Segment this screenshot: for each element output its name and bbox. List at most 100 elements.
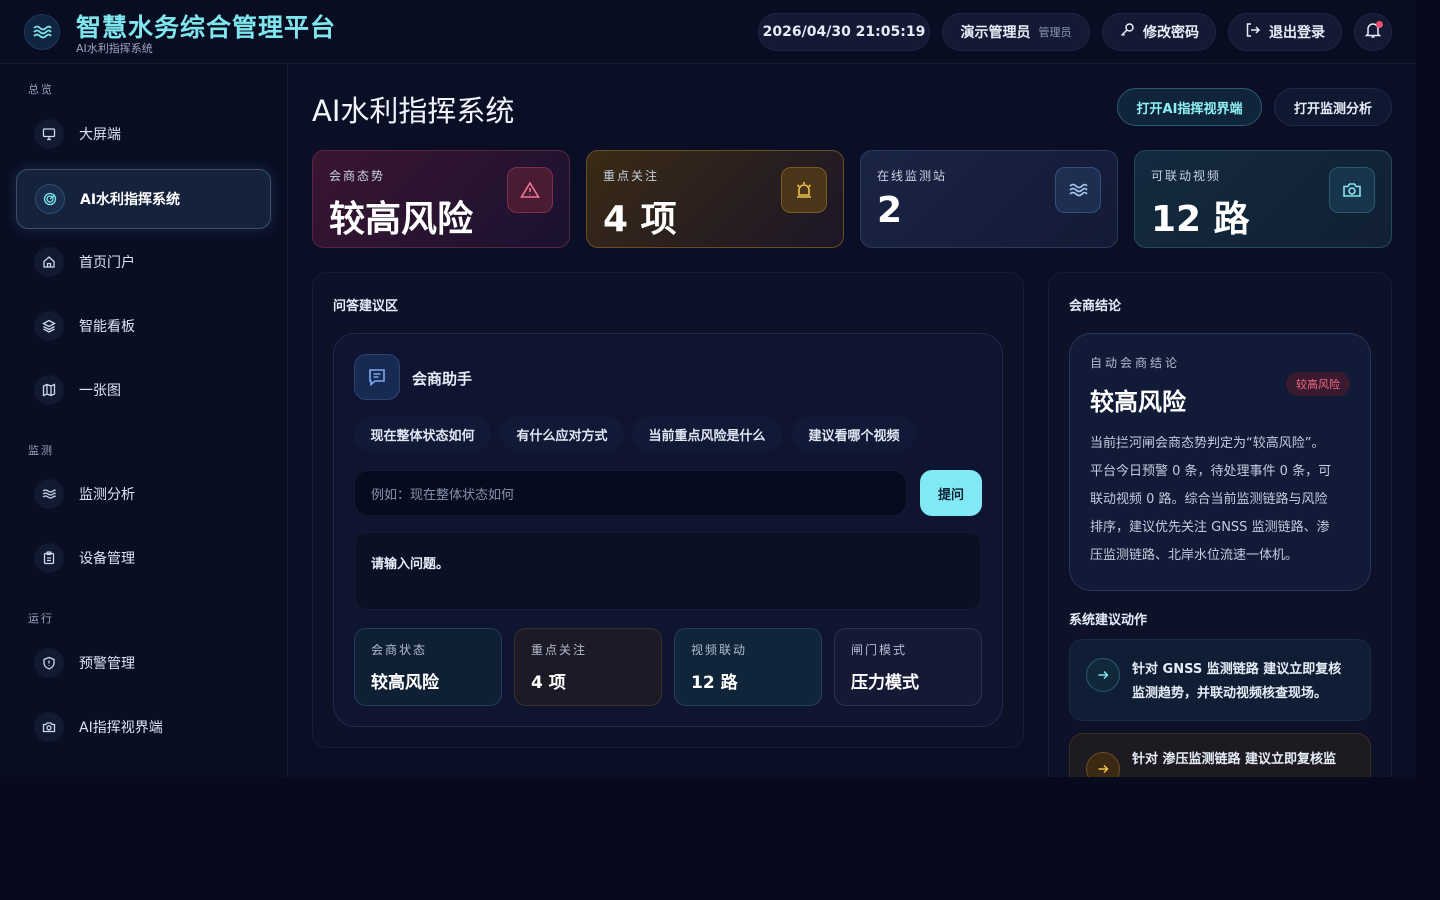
card-linked-video: 可联动视频 12 路	[1134, 150, 1392, 248]
chat-icon	[354, 354, 400, 400]
actions-title: 系统建议动作	[1069, 613, 1148, 628]
shield-icon	[34, 648, 64, 678]
qa-panel: 问答建议区 会商助手 现在整体状态如何 有什么应对方式 当前重点风险是什么 建议…	[312, 272, 1024, 748]
waves-icon	[34, 479, 64, 509]
app-subtitle: AI水利指挥系统	[76, 42, 153, 55]
sidebar-item-label: 一张图	[79, 383, 121, 399]
stat-label: 会商状态	[371, 643, 428, 657]
sidebar-item-big-screen[interactable]: 大屏端	[16, 104, 271, 164]
user-name: 演示管理员	[960, 25, 1031, 41]
stat-label: 重点关注	[531, 643, 588, 657]
camera-icon	[1329, 167, 1375, 213]
main-content: AI水利指挥系统 打开AI指挥视界端 打开监测分析 会商态势 较高风险 重点关注…	[288, 64, 1416, 777]
alarm-icon	[781, 167, 827, 213]
stat-label: 视频联动	[691, 643, 748, 657]
suggestion-chip[interactable]: 有什么应对方式	[500, 416, 624, 452]
sidebar-item-label: 监测分析	[79, 487, 135, 503]
datetime-display: 2026/04/30 21:05:19	[758, 13, 930, 51]
sidebar-item-label: 预警管理	[79, 656, 135, 672]
user-menu[interactable]: 演示管理员 管理员	[942, 13, 1090, 51]
user-role: 管理员	[1038, 26, 1072, 39]
sidebar-item-alerts[interactable]: 预警管理	[16, 633, 271, 693]
sidebar-item-devices[interactable]: 设备管理	[16, 528, 271, 588]
assistant-title: 会商助手	[412, 370, 473, 388]
stat-video-link: 视频联动 12 路	[674, 628, 822, 706]
map-icon	[34, 375, 64, 405]
assistant-box: 会商助手 现在整体状态如何 有什么应对方式 当前重点风险是什么 建议看哪个视频 …	[333, 333, 1003, 727]
layers-icon	[34, 311, 64, 341]
stat-label: 闸门模式	[851, 643, 908, 657]
sidebar-item-label: AI指挥视界端	[79, 720, 163, 736]
app-title: 智慧水务综合管理平台	[76, 13, 337, 42]
sidebar-item-monitor-analysis[interactable]: 监测分析	[16, 464, 271, 524]
change-password-label: 修改密码	[1143, 25, 1199, 41]
conclusion-line: 排序，建议优先关注 GNSS 监测链路、渗	[1090, 520, 1330, 535]
warning-icon	[507, 167, 553, 213]
sidebar-item-label: 智能看板	[79, 319, 135, 335]
key-icon	[1119, 22, 1135, 42]
monitor-icon	[34, 119, 64, 149]
conclusion-panel-title: 会商结论	[1069, 299, 1122, 314]
logo-icon	[24, 14, 60, 50]
qa-panel-title: 问答建议区	[333, 299, 399, 314]
stat-value: 4 项	[531, 673, 566, 693]
sidebar-item-home-portal[interactable]: 首页门户	[16, 232, 271, 292]
stat-value: 较高风险	[371, 673, 439, 693]
clipboard-icon	[34, 543, 64, 573]
open-ai-view-button[interactable]: 打开AI指挥视界端	[1117, 88, 1262, 126]
suggestion-chip[interactable]: 建议看哪个视频	[792, 416, 916, 452]
sidebar-item-dashboard[interactable]: 智能看板	[16, 296, 271, 356]
sidebar-section-overview: 总览	[28, 83, 54, 96]
arrow-right-icon	[1086, 658, 1120, 692]
datetime-text: 2026/04/30 21:05:19	[762, 24, 926, 40]
app-window: 智慧水务综合管理平台 AI水利指挥系统 2026/04/30 21:05:19 …	[0, 0, 1416, 777]
card-key-focus: 重点关注 4 项	[586, 150, 844, 248]
notification-button[interactable]	[1354, 13, 1392, 51]
risk-level: 较高风险	[1090, 388, 1186, 416]
action-line: 监测趋势，并联动视频核查现场。	[1132, 686, 1328, 701]
logout-button[interactable]: 退出登录	[1228, 13, 1342, 51]
action-line: 针对 渗压监测链路 建议立即复核监	[1132, 752, 1337, 767]
home-icon	[34, 247, 64, 277]
sidebar-section-monitor: 监测	[28, 444, 54, 457]
auto-conclusion-box: 自动会商结论 较高风险 较高风险 当前拦河闸会商态势判定为“较高风险”。 平台今…	[1069, 333, 1371, 591]
change-password-button[interactable]: 修改密码	[1102, 13, 1216, 51]
auto-conclusion-label: 自动会商结论	[1090, 356, 1181, 370]
sidebar: 总览 大屏端 AI水利指挥系统 首页门户 智能看板 一张图 监测 监测分析 设备	[0, 64, 288, 777]
waves-icon	[1055, 167, 1101, 213]
top-bar: 智慧水务综合管理平台 AI水利指挥系统 2026/04/30 21:05:19 …	[0, 0, 1416, 64]
stat-gate-mode: 闸门模式 压力模式	[834, 628, 982, 706]
conclusion-line: 压监测链路、北岸水位流速一体机。	[1090, 548, 1299, 563]
open-monitor-button[interactable]: 打开监测分析	[1274, 88, 1392, 126]
answer-box: 请输入问题。	[354, 532, 982, 610]
notification-dot	[1376, 21, 1383, 28]
sidebar-item-label: 首页门户	[79, 255, 135, 271]
arrow-right-icon	[1086, 752, 1120, 777]
logout-icon	[1245, 22, 1261, 42]
ask-button[interactable]: 提问	[920, 470, 982, 516]
card-online-stations: 在线监测站 2	[860, 150, 1118, 248]
risk-badge: 较高风险	[1286, 372, 1350, 396]
action-item[interactable]: 针对 渗压监测链路 建议立即复核监	[1069, 733, 1371, 777]
conclusion-text: 当前拦河闸会商态势判定为“较高风险”。 平台今日预警 0 条，待处理事件 0 条…	[1090, 430, 1331, 570]
question-input[interactable]: 例如：现在整体状态如何	[354, 470, 907, 516]
conclusion-panel: 会商结论 自动会商结论 较高风险 较高风险 当前拦河闸会商态势判定为“较高风险”…	[1048, 272, 1392, 777]
sidebar-item-map[interactable]: 一张图	[16, 360, 271, 420]
action-item[interactable]: 针对 GNSS 监测链路 建议立即复核 监测趋势，并联动视频核查现场。	[1069, 639, 1371, 721]
conclusion-line: 当前拦河闸会商态势判定为“较高风险”。	[1090, 436, 1325, 451]
page-title: AI水利指挥系统	[312, 94, 515, 128]
suggestion-chip[interactable]: 当前重点风险是什么	[632, 416, 782, 452]
card-consult-status: 会商态势 较高风险	[312, 150, 570, 248]
stat-key-focus: 重点关注 4 项	[514, 628, 662, 706]
stat-value: 12 路	[691, 673, 738, 693]
stat-consult-status: 会商状态 较高风险	[354, 628, 502, 706]
sidebar-item-label: AI水利指挥系统	[80, 192, 181, 208]
sidebar-section-operation: 运行	[28, 612, 54, 625]
logout-label: 退出登录	[1269, 25, 1325, 41]
answer-text: 请输入问题。	[371, 557, 450, 572]
camera-icon	[34, 712, 64, 742]
suggestion-chip[interactable]: 现在整体状态如何	[354, 416, 491, 452]
sidebar-item-ai-command[interactable]: AI水利指挥系统	[16, 169, 271, 229]
sidebar-item-ai-view[interactable]: AI指挥视界端	[16, 697, 271, 757]
radar-icon	[35, 184, 65, 214]
